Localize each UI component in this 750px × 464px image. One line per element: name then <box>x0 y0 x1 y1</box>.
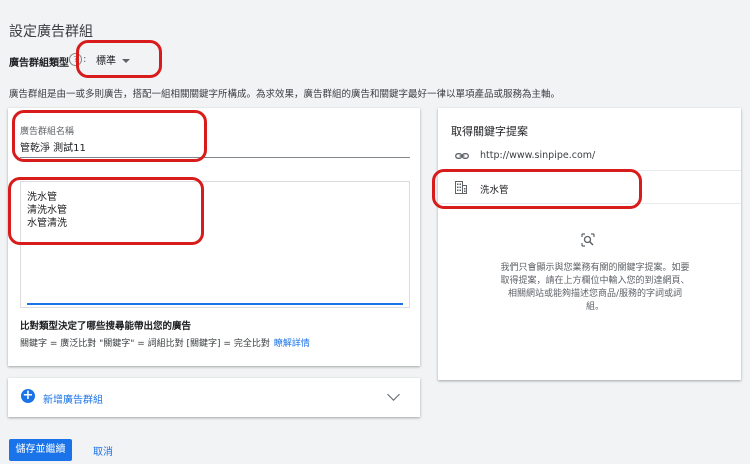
keyword-ideas-help-text: 我們只會顯示與您業務有關的關鍵字提案。如要取得提案，請在上方欄位中輸入您的到達網… <box>500 263 690 312</box>
ad-group-description: 廣告群組是由一或多則廣告，搭配一組相關關鍵字所構成。為求效果，廣告群組的廣告和關… <box>9 89 561 100</box>
link-icon <box>455 153 469 159</box>
landing-page-url[interactable]: http://www.sinpipe.com/ <box>480 150 595 161</box>
ad-group-type-label: 廣告群組類型 <box>9 58 69 69</box>
keyword-ideas-title: 取得關鍵字提案 <box>451 125 528 138</box>
add-ad-group-label[interactable]: 新增廣告群組 <box>43 391 103 406</box>
match-type-description: 關鍵字 = 廣泛比對 "關鍵字" = 詞組比對 [關鍵字] = 完全比對 瞭解詳情 <box>20 336 310 349</box>
annotation-oval <box>8 177 204 245</box>
add-circle-icon[interactable]: + <box>21 389 35 403</box>
match-type-title: 比對類型決定了哪些搜尋能帶出您的廣告 <box>20 321 192 332</box>
cancel-button[interactable]: 取消 <box>93 443 113 458</box>
document-search-icon <box>581 233 595 247</box>
save-and-continue-button[interactable]: 儲存並繼續 <box>9 439 72 461</box>
annotation-oval <box>12 110 207 162</box>
match-type-examples: 關鍵字 = 廣泛比對 "關鍵字" = 詞組比對 [關鍵字] = 完全比對 <box>20 339 270 349</box>
annotation-oval <box>76 40 162 78</box>
annotation-oval <box>432 169 642 209</box>
keywords-focus-underline <box>27 303 403 305</box>
learn-more-link[interactable]: 瞭解詳情 <box>274 339 310 349</box>
page-title: 設定廣告群組 <box>9 24 93 40</box>
